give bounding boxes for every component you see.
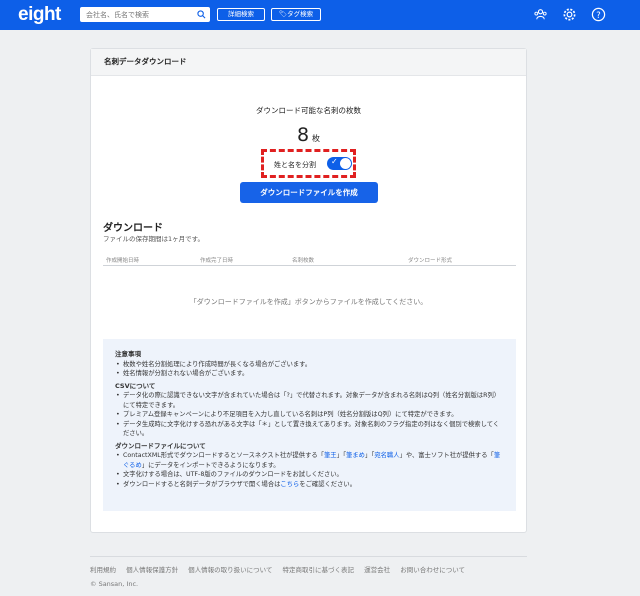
fudeou-link[interactable]: 筆王: [324, 452, 337, 459]
list-item: プレミアム登録キャンペーンにより不足項目を入力し直している名刺はP列（姓名分割版…: [115, 410, 504, 420]
list-item: 姓名情報が分割されない場合がございます。: [115, 369, 504, 379]
svg-text:?: ?: [596, 10, 600, 20]
search-box: [80, 7, 210, 22]
download-retention-note: ファイルの保存期間は1ヶ月です。: [103, 235, 204, 243]
here-link[interactable]: こちら: [280, 481, 299, 488]
note-text: 」にデータをインポートできるようになります。: [141, 461, 280, 469]
contacts-icon[interactable]: [533, 7, 548, 22]
list-item: ContactXML形式でダウンロードするとソースネクスト社が提供する「筆王」「…: [115, 451, 504, 470]
copyright: © Sansan, Inc.: [90, 580, 139, 588]
list-item: 枚数や姓名分割処理により作成時間が長くなる場合がございます。: [115, 360, 504, 370]
detail-search-button[interactable]: 詳細検索: [217, 8, 265, 21]
list-item: 文字化けする場合は、UTF-8版のファイルのダウンロードをお試しください。: [115, 470, 504, 480]
footer-divider: [90, 556, 527, 557]
personal-info-link[interactable]: 個人情報の取り扱いについて: [188, 566, 272, 574]
note-text: 」「: [364, 452, 375, 459]
note-text: ContactXML形式でダウンロードするとソースネクスト社が提供する「: [123, 452, 324, 459]
note-text: 」や、富士ソフト社が提供する「: [399, 452, 494, 459]
name-split-highlight: 姓と名を分割 ✓: [261, 149, 356, 178]
card-count: 8枚: [91, 124, 526, 146]
create-download-file-button[interactable]: ダウンロードファイルを作成: [240, 182, 378, 203]
company-link[interactable]: 運営会社: [364, 566, 390, 574]
column-start-time: 作成開始日時: [106, 258, 140, 264]
fudemame-link[interactable]: 筆まめ: [346, 452, 365, 459]
name-split-toggle[interactable]: ✓: [327, 157, 352, 170]
column-card-count: 名刺枚数: [292, 258, 315, 264]
notes-box: 注意事項 枚数や姓名分割処理により作成時間が長くなる場合がございます。 姓名情報…: [103, 339, 516, 511]
toggle-knob: [340, 158, 351, 169]
search-icon[interactable]: [197, 10, 206, 19]
caution-title: 注意事項: [115, 350, 141, 358]
check-icon: ✓: [331, 157, 338, 166]
privacy-policy-link[interactable]: 個人情報保護方針: [126, 566, 178, 574]
download-file-title: ダウンロードファイルについて: [115, 441, 206, 450]
download-count-title: ダウンロード可能な名刺の枚数: [256, 106, 361, 115]
list-item: データ化の際に認識できない文字が含まれていた場合は「?」で代替されます。対象デー…: [115, 391, 504, 410]
csv-title: CSVについて: [115, 381, 156, 390]
commercial-law-link[interactable]: 特定商取引に基づく表記: [283, 566, 355, 574]
note-text: ダウンロードすると名刺データがブラウザで開く場合は: [123, 480, 281, 488]
help-icon[interactable]: ?: [591, 7, 606, 22]
terms-link[interactable]: 利用規約: [90, 566, 116, 574]
atenashokunin-link[interactable]: 宛名職人: [374, 452, 399, 459]
panel-title: 名刺データダウンロード: [91, 49, 526, 76]
contact-link[interactable]: お問い合わせについて: [400, 566, 465, 574]
column-format: ダウンロード形式: [408, 258, 453, 264]
card-data-download-panel: 名刺データダウンロード ダウンロード可能な名刺の枚数 8枚 姓と名を分割 ✓ ダ…: [90, 48, 527, 533]
empty-state-message: 「ダウンロードファイルを作成」ボタンからファイルを作成してください。: [189, 298, 428, 306]
column-end-time: 作成完了日時: [200, 258, 234, 264]
list-item: データ生成時に文字化けする恐れがある文字は「＊」として置き換えてあります。対象名…: [115, 420, 504, 439]
card-count-number: 8: [296, 124, 310, 146]
footer-links: 利用規約 個人情報保護方針 個人情報の取り扱いについて 特定商取引に基づく表記 …: [90, 564, 473, 574]
name-split-label: 姓と名を分割: [274, 161, 316, 169]
tag-search-button[interactable]: 🏷タグ検索: [271, 8, 321, 21]
note-text: 」「: [336, 452, 347, 459]
eight-logo[interactable]: eight: [18, 4, 61, 26]
card-count-unit: 枚: [312, 134, 321, 143]
download-section-title: ダウンロード: [103, 223, 163, 234]
download-table-header: 作成開始日時 作成完了日時 名刺枚数 ダウンロード形式: [103, 254, 516, 266]
gear-icon[interactable]: [562, 7, 577, 22]
note-text: をご確認ください。: [299, 480, 356, 488]
search-input[interactable]: [80, 7, 190, 22]
top-navigation-bar: eight 詳細検索 🏷タグ検索 ?: [0, 0, 640, 30]
list-item: ダウンロードすると名刺データがブラウザで開く場合はこちらをご確認ください。: [115, 480, 504, 490]
